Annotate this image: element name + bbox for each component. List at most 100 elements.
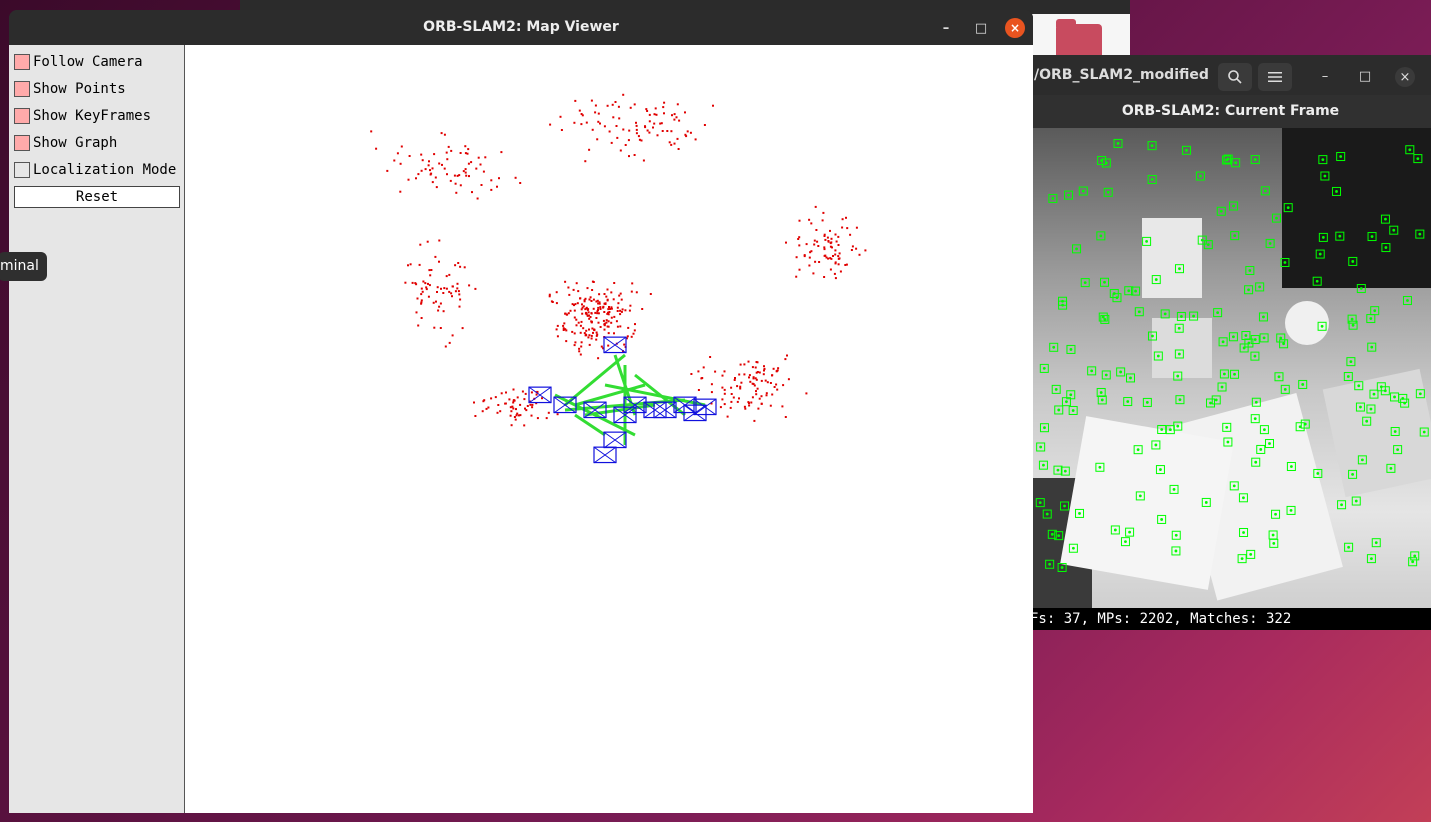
- feature-marker: [1255, 282, 1265, 292]
- map-point: [414, 282, 417, 285]
- map-point: [603, 311, 606, 313]
- minimize-icon[interactable]: –: [1316, 67, 1334, 85]
- map-point: [673, 142, 676, 145]
- map-point: [420, 293, 423, 296]
- feature-marker: [1367, 342, 1377, 352]
- feature-marker: [1113, 138, 1123, 148]
- checkbox-label: Localization Mode: [33, 162, 177, 178]
- map-point: [655, 113, 658, 116]
- map-point: [485, 407, 488, 410]
- search-button[interactable]: [1218, 63, 1252, 91]
- maximize-icon[interactable]: □: [1356, 67, 1374, 85]
- checkbox-checked[interactable]: [14, 135, 30, 151]
- feature-marker: [1054, 405, 1064, 415]
- map-point: [599, 326, 602, 328]
- feature-marker: [1219, 369, 1229, 379]
- map-point: [622, 93, 625, 96]
- map-point: [578, 347, 581, 350]
- map-point: [417, 324, 420, 327]
- map-point: [421, 290, 424, 293]
- map-point: [457, 262, 460, 264]
- map-point: [588, 334, 591, 337]
- map-point: [596, 299, 599, 302]
- map-point: [499, 410, 502, 413]
- map-point: [610, 307, 613, 310]
- map-point: [606, 312, 609, 315]
- map-point: [438, 260, 440, 263]
- map-point: [458, 293, 461, 296]
- map-point: [574, 303, 577, 306]
- show-keyframes-checkbox[interactable]: Show KeyFrames: [14, 106, 151, 126]
- map-point: [593, 328, 596, 331]
- folder-icon[interactable]: [1056, 19, 1102, 56]
- map-point: [455, 191, 458, 194]
- map-point: [386, 169, 389, 172]
- map-point: [420, 301, 423, 304]
- map-point: [453, 174, 456, 177]
- minimize-icon[interactable]: –: [936, 18, 956, 38]
- feature-marker: [1195, 171, 1205, 181]
- map-point: [611, 103, 614, 106]
- follow-camera-checkbox[interactable]: Follow Camera: [14, 52, 143, 72]
- feature-marker: [1217, 382, 1227, 392]
- checkbox-checked[interactable]: [14, 54, 30, 70]
- map-point: [440, 287, 442, 290]
- map-point: [519, 403, 522, 406]
- map-point: [555, 291, 558, 294]
- feature-marker: [1103, 187, 1113, 197]
- map-point: [841, 226, 844, 229]
- map-point: [575, 324, 578, 327]
- close-icon[interactable]: ×: [1395, 67, 1415, 87]
- map-point: [730, 393, 733, 395]
- map-point: [429, 173, 432, 176]
- map-point: [697, 370, 700, 373]
- maximize-icon[interactable]: □: [971, 18, 991, 38]
- feature-marker: [1244, 285, 1254, 295]
- map-point: [590, 312, 593, 315]
- map-point: [375, 147, 378, 150]
- map-point: [500, 392, 503, 395]
- map-point: [834, 277, 837, 280]
- feature-marker: [1271, 213, 1281, 223]
- show-points-checkbox[interactable]: Show Points: [14, 79, 126, 99]
- map-point: [670, 143, 673, 146]
- map-point: [734, 377, 736, 379]
- map-point: [448, 341, 451, 344]
- checkbox-unchecked[interactable]: [14, 162, 30, 178]
- map-point: [434, 176, 437, 179]
- map-point: [635, 121, 637, 124]
- map-point: [464, 145, 467, 148]
- map-point: [441, 163, 443, 166]
- frame-feature-overlay: [1032, 128, 1431, 608]
- map-point: [629, 106, 632, 109]
- map-point: [753, 419, 756, 422]
- map-point: [496, 185, 498, 188]
- control-panel: Follow Camera Show Points Show KeyFrames…: [9, 45, 185, 813]
- map-point: [435, 186, 438, 189]
- map-point: [468, 284, 471, 287]
- map-point: [621, 308, 624, 311]
- map-point: [758, 371, 761, 374]
- reset-button[interactable]: Reset: [14, 186, 180, 208]
- map-point: [635, 291, 638, 294]
- map-point: [686, 130, 689, 133]
- checkbox-checked[interactable]: [14, 81, 30, 97]
- map-point: [420, 317, 423, 319]
- close-icon[interactable]: ×: [1005, 18, 1025, 38]
- map-point: [555, 302, 558, 305]
- map-point: [619, 313, 622, 316]
- map-point: [592, 307, 595, 310]
- map-point: [837, 244, 840, 246]
- map-point: [416, 297, 419, 300]
- map-point: [615, 125, 618, 127]
- map-point: [559, 115, 562, 118]
- map-point: [798, 236, 801, 239]
- show-graph-checkbox[interactable]: Show Graph: [14, 133, 117, 153]
- map-point: [739, 363, 742, 366]
- map-3d-view[interactable]: [185, 45, 1033, 813]
- localization-mode-checkbox[interactable]: Localization Mode: [14, 160, 176, 180]
- checkbox-checked[interactable]: [14, 108, 30, 124]
- menu-button[interactable]: [1258, 63, 1292, 91]
- feature-marker: [1366, 554, 1376, 564]
- map-point: [585, 307, 588, 310]
